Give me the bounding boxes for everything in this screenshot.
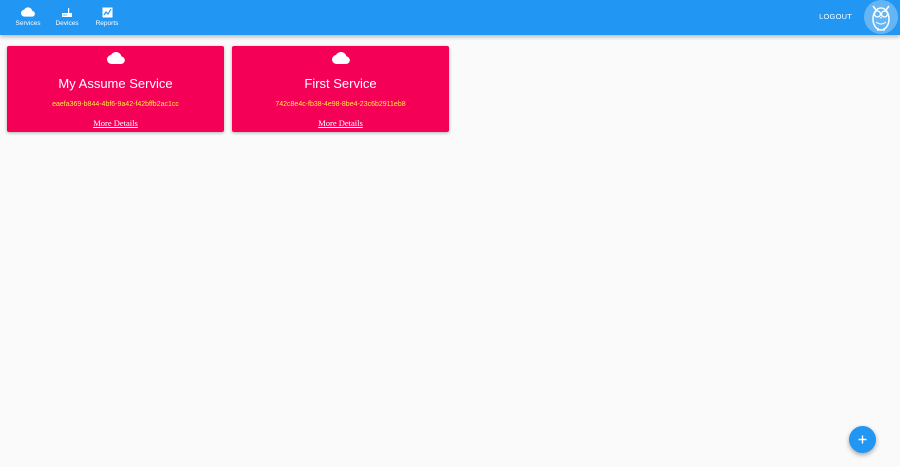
router-icon: [61, 6, 73, 18]
service-card[interactable]: First Service 742c8e4c-fb38-4e98-8be4-23…: [232, 46, 449, 132]
nav-reports-label: Reports: [95, 20, 119, 27]
cloud-icon: [232, 52, 449, 64]
add-service-button[interactable]: [849, 426, 876, 453]
service-name: My Assume Service: [58, 76, 173, 91]
service-id: 742c8e4c-fb38-4e98-8be4-23c6b2911eb8: [275, 101, 406, 108]
service-card[interactable]: My Assume Service eaefa369-b844-4bf6-9a4…: [7, 46, 224, 132]
cloud-icon: [21, 6, 35, 18]
owl-logo-icon: [872, 5, 890, 31]
more-details-link[interactable]: More Details: [232, 118, 449, 128]
service-id: eaefa369-b844-4bf6-9a42-f42bffb2ac1cc: [52, 101, 179, 108]
nav-services[interactable]: Services: [11, 6, 45, 30]
cloud-icon: [7, 52, 224, 64]
chart-icon: [102, 6, 113, 18]
logout-button[interactable]: LOGOUT: [819, 12, 852, 21]
more-details-link[interactable]: More Details: [7, 118, 224, 128]
service-name: First Service: [304, 76, 377, 91]
nav-devices[interactable]: Devices: [50, 6, 84, 30]
app-bar: Services Devices Reports LOGOUT: [0, 0, 900, 35]
nav-reports[interactable]: Reports: [90, 6, 124, 30]
nav-services-label: Services: [15, 20, 41, 27]
nav-devices-label: Devices: [55, 20, 79, 27]
plus-icon: [858, 435, 867, 444]
avatar[interactable]: [864, 0, 898, 34]
